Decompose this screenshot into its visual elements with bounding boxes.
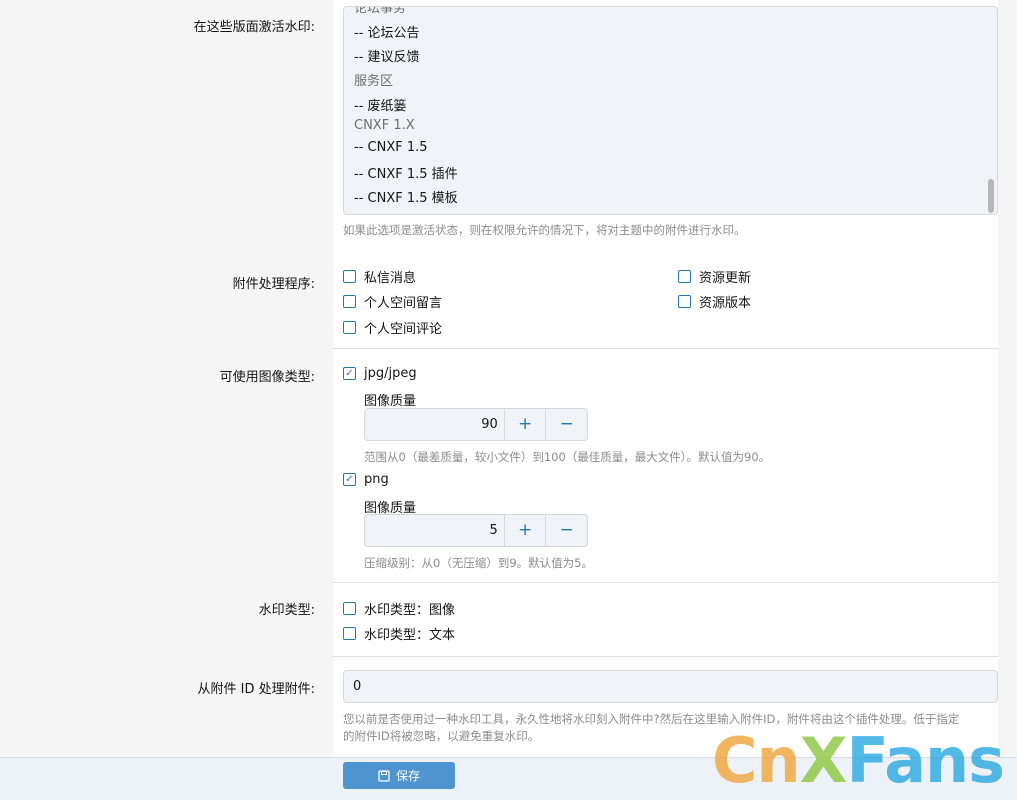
list-option-group: CNXF 1.X <box>354 118 415 133</box>
checkbox-label: 水印类型：图像 <box>364 603 456 618</box>
checkbox-box[interactable] <box>343 295 356 308</box>
watermark-type-label: 水印类型: <box>258 603 315 618</box>
save-label: 保存 <box>395 769 420 783</box>
activate-forums-label: 在这些版面激活水印: <box>193 20 315 35</box>
list-option-partial[interactable]: 论坛事务 <box>354 7 406 16</box>
forum-list-hint: 如果此选项是激活状态，则在权限允许的情况下，将对主题中的附件进行水印。 <box>343 223 746 237</box>
checkbox-label: 资源更新 <box>699 271 752 286</box>
list-option[interactable]: -- CNXF 1.5 <box>354 140 428 155</box>
handler-checkbox-profile-posts[interactable]: 个人空间留言 <box>343 292 442 311</box>
checkbox-box[interactable] <box>678 295 691 308</box>
save-button[interactable]: 保存 <box>343 762 455 789</box>
logo-letter: n <box>756 724 801 797</box>
png-quality-hint: 压缩级别：从0（无压缩）到9。默认值为5。 <box>364 556 593 570</box>
section-divider <box>333 656 998 657</box>
checkmark-icon[interactable]: ✓ <box>343 367 356 380</box>
checkbox-box[interactable] <box>343 321 356 334</box>
save-icon <box>378 769 390 782</box>
logo-letter: ans <box>884 724 1005 797</box>
forum-select-list[interactable]: 论坛事务 -- 论坛公告 -- 建议反馈 服务区 -- 废纸篓 CNXF 1.X… <box>343 6 998 215</box>
jpg-checkbox[interactable]: ✓ jpg/jpeg <box>343 366 417 381</box>
list-option[interactable]: -- 建议反馈 <box>354 46 420 65</box>
png-checkbox[interactable]: ✓ png <box>343 472 389 487</box>
handler-checkbox-resource-versions[interactable]: 资源版本 <box>678 292 751 311</box>
minus-icon[interactable]: − <box>545 515 587 546</box>
list-option[interactable]: -- CNXF 1.5 插件 <box>354 163 458 182</box>
logo-letter: X <box>799 724 848 797</box>
checkbox-box[interactable] <box>343 627 356 640</box>
checkbox-label: 资源版本 <box>699 296 752 311</box>
options-page: 在这些版面激活水印: 论坛事务 -- 论坛公告 -- 建议反馈 服务区 -- 废… <box>0 0 1017 800</box>
watermark-type-image-checkbox[interactable]: 水印类型：图像 <box>343 599 455 618</box>
attachment-id-input[interactable]: 0 <box>343 670 998 703</box>
list-option-group: 服务区 <box>354 74 394 89</box>
checkbox-label: 个人空间评论 <box>364 322 443 337</box>
png-quality-input[interactable]: 5 <box>365 515 504 546</box>
handler-checkbox-profile-comments[interactable]: 个人空间评论 <box>343 318 442 337</box>
plus-icon[interactable]: + <box>503 515 546 546</box>
checkbox-label: 水印类型：文本 <box>364 628 456 643</box>
list-option[interactable]: -- CNXF 1.5 模板 <box>354 187 458 206</box>
right-margin <box>998 0 1017 760</box>
watermark-type-text-checkbox[interactable]: 水印类型：文本 <box>343 624 455 643</box>
checkbox-box[interactable] <box>343 602 356 615</box>
minus-icon[interactable]: − <box>545 409 587 440</box>
cnxfans-logo: CnXFans <box>712 722 1012 800</box>
image-types-label: 可使用图像类型: <box>219 370 315 385</box>
list-option[interactable]: -- 废纸篓 <box>354 95 407 114</box>
section-divider <box>333 348 998 349</box>
process-from-id-hint-line2: 的附件ID将被忽略，以避免重复水印。 <box>343 729 540 743</box>
list-scrollbar[interactable] <box>988 179 994 213</box>
section-divider <box>333 582 998 583</box>
checkbox-label: png <box>364 472 389 487</box>
jpg-quality-input[interactable]: 90 <box>365 409 504 440</box>
logo-letter: C <box>712 724 758 797</box>
checkbox-label: jpg/jpeg <box>364 366 417 381</box>
logo-letter: F <box>846 724 885 797</box>
list-option[interactable]: -- 论坛公告 <box>354 22 420 41</box>
jpg-quality-hint: 范围从0（最差质量，较小文件）到100（最佳质量，最大文件）。默认值为90。 <box>364 450 771 464</box>
process-from-id-label: 从附件 ID 处理附件: <box>197 682 316 697</box>
handler-checkbox-conversations[interactable]: 私信消息 <box>343 267 416 286</box>
jpg-quality-stepper: 90 + − <box>364 408 588 441</box>
plus-icon[interactable]: + <box>503 409 546 440</box>
checkbox-label: 私信消息 <box>364 271 417 286</box>
checkbox-box[interactable] <box>343 270 356 283</box>
checkbox-label: 个人空间留言 <box>364 296 443 311</box>
checkbox-box[interactable] <box>678 270 691 283</box>
checkmark-icon[interactable]: ✓ <box>343 473 356 486</box>
handler-checkbox-resource-updates[interactable]: 资源更新 <box>678 267 751 286</box>
attachment-handlers-label: 附件处理程序: <box>232 277 315 292</box>
jpg-quality-label: 图像质量 <box>364 394 417 409</box>
png-quality-stepper: 5 + − <box>364 514 588 547</box>
